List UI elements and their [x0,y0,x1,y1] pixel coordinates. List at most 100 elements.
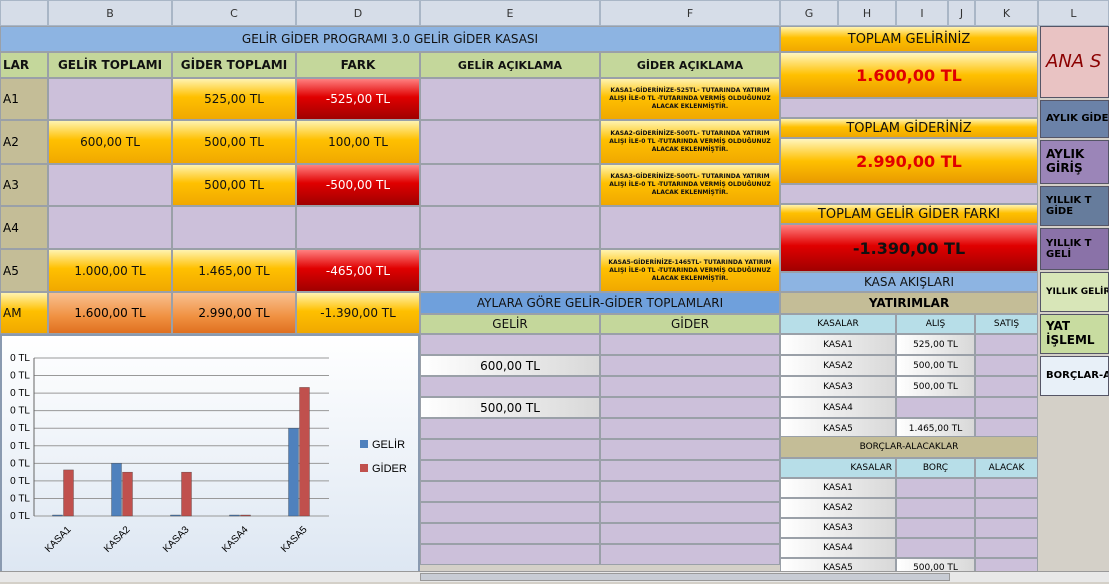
fark-cell[interactable]: -500,00 TL [296,164,420,206]
column-header[interactable] [0,0,48,26]
aylik-gider-button[interactable]: AYLIK GİDER [1040,100,1109,138]
bor-kasa: KASA2 [780,498,896,518]
fark-cell[interactable]: 100,00 TL [296,120,420,164]
yat-satis[interactable] [975,355,1038,376]
gider-aciklama-cell[interactable]: KASA2-GİDERİNİZE-500TL- TUTARINDA YATIRI… [600,120,780,164]
yillik-gider-button[interactable]: YILLIK T GİDE [1040,186,1109,226]
gelir-cell[interactable] [48,206,172,249]
monthly-gider-cell[interactable] [600,397,780,418]
yat-alis[interactable]: 500,00 TL [896,376,975,397]
monthly-gider-cell[interactable] [600,418,780,439]
gelir-cell[interactable]: 1.000,00 TL [48,249,172,292]
gelir-cell[interactable] [48,78,172,120]
monthly-gider-cell[interactable] [600,481,780,502]
column-header[interactable]: J [948,0,975,26]
yat-alis[interactable]: 525,00 TL [896,334,975,355]
yat-satis[interactable] [975,334,1038,355]
monthly-gelir-cell[interactable] [420,376,600,397]
column-header[interactable]: D [296,0,420,26]
total-gelir: 1.600,00 TL [48,292,172,334]
gelir-aciklama-cell[interactable] [420,249,600,292]
yillik-gelir-gider-button[interactable]: YILLIK GELİR- [1040,272,1109,312]
bor-alacak[interactable] [975,498,1038,518]
column-header[interactable]: H [838,0,896,26]
yat-satis[interactable] [975,376,1038,397]
scroll-thumb[interactable] [420,573,950,581]
x-tick-label: KASA2 [102,524,133,555]
column-header[interactable]: L [1038,0,1109,26]
monthly-gider-cell[interactable] [600,502,780,523]
yat-alis[interactable] [896,397,975,418]
yillik-gelir-button[interactable]: YILLIK T GELİ [1040,228,1109,270]
fark-cell[interactable]: -465,00 TL [296,249,420,292]
gider-cell[interactable]: 1.465,00 TL [172,249,296,292]
gider-aciklama-cell[interactable]: KASA5-GİDERİNİZE-1465TL- TUTARINDA YATIR… [600,249,780,292]
bar-gi̇der [240,514,251,517]
gider-aciklama-cell[interactable] [600,206,780,249]
bor-borc[interactable] [896,498,975,518]
gider-cell[interactable]: 525,00 TL [172,78,296,120]
gelir-aciklama-cell[interactable] [420,78,600,120]
aylik-giris-button[interactable]: AYLIK GİRİŞ [1040,140,1109,184]
monthly-gider-cell[interactable] [600,376,780,397]
gider-cell[interactable] [172,206,296,249]
gelir-cell[interactable] [48,164,172,206]
column-header[interactable]: I [896,0,948,26]
x-tick-label: KASA3 [161,524,192,555]
gider-cell[interactable]: 500,00 TL [172,120,296,164]
monthly-gider-cell[interactable] [600,544,780,565]
yatirim-islemleri-button[interactable]: YAT İŞLEML [1040,314,1109,354]
gider-aciklama-cell[interactable]: KASA3-GİDERİNİZE-500TL- TUTARINDA YATIRI… [600,164,780,206]
monthly-gelir-cell[interactable]: 500,00 TL [420,397,600,418]
column-header[interactable]: F [600,0,780,26]
bor-alacak[interactable] [975,478,1038,498]
x-tick-label: KASA4 [220,524,251,555]
bor-h-borc: BORÇ [896,458,975,478]
yat-alis[interactable]: 500,00 TL [896,355,975,376]
monthly-gelir-cell[interactable]: 600,00 TL [420,355,600,376]
bor-kasa: KASA4 [780,538,896,558]
fark-cell[interactable]: -525,00 TL [296,78,420,120]
row-label: A1 [0,78,48,120]
monthly-gider-cell[interactable] [600,460,780,481]
yat-satis[interactable] [975,397,1038,418]
gider-aciklama-cell[interactable]: KASA1-GİDERİNİZE-525TL- TUTARINDA YATIRI… [600,78,780,120]
monthly-gider-cell[interactable] [600,439,780,460]
monthly-gider-cell[interactable] [600,355,780,376]
y-tick-label: 0 TL [10,406,30,417]
monthly-gelir-cell[interactable] [420,544,600,565]
gelir-aciklama-cell[interactable] [420,206,600,249]
total-fark: -1.390,00 TL [296,292,420,334]
gelir-cell[interactable]: 600,00 TL [48,120,172,164]
y-tick-label: 0 TL [10,511,30,522]
horizontal-scrollbar[interactable] [0,571,1109,582]
column-header[interactable]: C [172,0,296,26]
monthly-gelir-cell[interactable] [420,418,600,439]
bor-borc[interactable] [896,478,975,498]
monthly-gelir-cell[interactable] [420,523,600,544]
chart-area: 0 TL 0 TL 0 TL 0 TL 0 TL 0 TL 0 TL 0 TL 0 TL 0 TL… [0,334,420,582]
fark-cell[interactable] [296,206,420,249]
borclar-alacaklar-button[interactable]: BORÇLAR-A [1040,356,1109,396]
monthly-gelir-cell[interactable] [420,460,600,481]
monthly-gider-cell[interactable] [600,334,780,355]
gelir-aciklama-cell[interactable] [420,164,600,206]
monthly-gelir-cell[interactable] [420,481,600,502]
y-tick-label: 0 TL [10,441,30,452]
column-header[interactable]: G [780,0,838,26]
column-header[interactable]: B [48,0,172,26]
bor-alacak[interactable] [975,518,1038,538]
bor-borc[interactable] [896,538,975,558]
monthly-gelir-cell[interactable] [420,334,600,355]
monthly-gider-cell[interactable] [600,523,780,544]
column-header[interactable]: E [420,0,600,26]
bor-borc[interactable] [896,518,975,538]
monthly-gelir-cell[interactable] [420,439,600,460]
column-header[interactable]: K [975,0,1038,26]
bor-alacak[interactable] [975,538,1038,558]
gelir-aciklama-cell[interactable] [420,120,600,164]
monthly-gelir-cell[interactable] [420,502,600,523]
spacer [780,98,1038,118]
gider-cell[interactable]: 500,00 TL [172,164,296,206]
ana-sayfa-button[interactable]: ANA S [1040,26,1109,98]
